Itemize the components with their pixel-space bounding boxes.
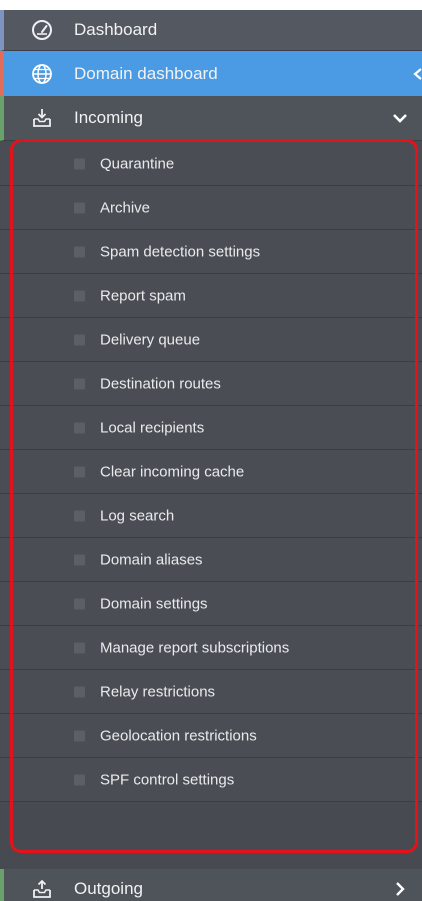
incoming-submenu: Quarantine Archive Spam detection settin… [0,142,422,802]
submenu-item-label: Relay restrictions [100,683,216,700]
bullet-icon [74,202,85,213]
submenu-item-label: Domain aliases [100,551,203,568]
nav-item-incoming[interactable]: Incoming [0,96,422,141]
submenu-item[interactable]: Relay restrictions [0,670,422,714]
outbox-upload-icon [31,878,53,900]
bullet-icon [74,598,85,609]
submenu-item-label: Archive [100,199,151,216]
speedometer-icon [31,19,53,41]
submenu-item[interactable]: Quarantine [0,142,422,186]
submenu-item[interactable]: Domain settings [0,582,422,626]
submenu-item[interactable]: Domain aliases [0,538,422,582]
submenu-item-label: Log search [100,507,175,524]
bullet-icon [74,334,85,345]
submenu-item[interactable]: Archive [0,186,422,230]
sidebar-nav: Dashboard Domain dashboard Incoming Quar… [0,10,422,901]
submenu-item-label: Manage report subscriptions [100,639,290,656]
submenu-item[interactable]: Geolocation restrictions [0,714,422,758]
submenu-item[interactable]: Destination routes [0,362,422,406]
bullet-icon [74,378,85,389]
chevron-right-icon [392,881,408,897]
submenu-item-label: SPF control settings [100,771,235,788]
submenu-item-label: Quarantine [100,155,175,172]
submenu-item[interactable]: Local recipients [0,406,422,450]
bullet-icon [74,774,85,785]
inbox-download-icon [31,107,53,129]
bullet-icon [74,422,85,433]
submenu-item[interactable]: SPF control settings [0,758,422,802]
chevron-down-icon [392,110,408,126]
nav-item-outgoing[interactable]: Outgoing [0,869,422,901]
submenu-item[interactable]: Clear incoming cache [0,450,422,494]
submenu-item[interactable]: Report spam [0,274,422,318]
chevron-left-icon [410,66,422,82]
bullet-icon [74,246,85,257]
submenu-item-label: Local recipients [100,419,205,436]
submenu-item-label: Geolocation restrictions [100,727,257,744]
bullet-icon [74,642,85,653]
nav-item-label: Incoming [74,108,143,127]
submenu-item-label: Domain settings [100,595,208,612]
bullet-icon [74,686,85,697]
nav-item-label: Dashboard [74,20,158,39]
bullet-icon [74,466,85,477]
nav-item-label: Outgoing [74,879,143,898]
submenu-item[interactable]: Manage report subscriptions [0,626,422,670]
submenu-item[interactable]: Log search [0,494,422,538]
submenu-item-label: Destination routes [100,375,221,392]
submenu-item-label: Delivery queue [100,331,201,348]
submenu-item-label: Clear incoming cache [100,463,245,480]
bullet-icon [74,158,85,169]
globe-icon [31,63,53,85]
submenu-item-label: Report spam [100,287,186,304]
bullet-icon [74,730,85,741]
nav-item-dashboard[interactable]: Dashboard [0,10,422,51]
submenu-item[interactable]: Delivery queue [0,318,422,362]
submenu-item[interactable]: Spam detection settings [0,230,422,274]
bullet-icon [74,510,85,521]
nav-item-label: Domain dashboard [74,63,218,83]
bullet-icon [74,290,85,301]
nav-item-domain-dashboard[interactable]: Domain dashboard [0,51,422,96]
bullet-icon [74,554,85,565]
submenu-item-label: Spam detection settings [100,243,261,260]
